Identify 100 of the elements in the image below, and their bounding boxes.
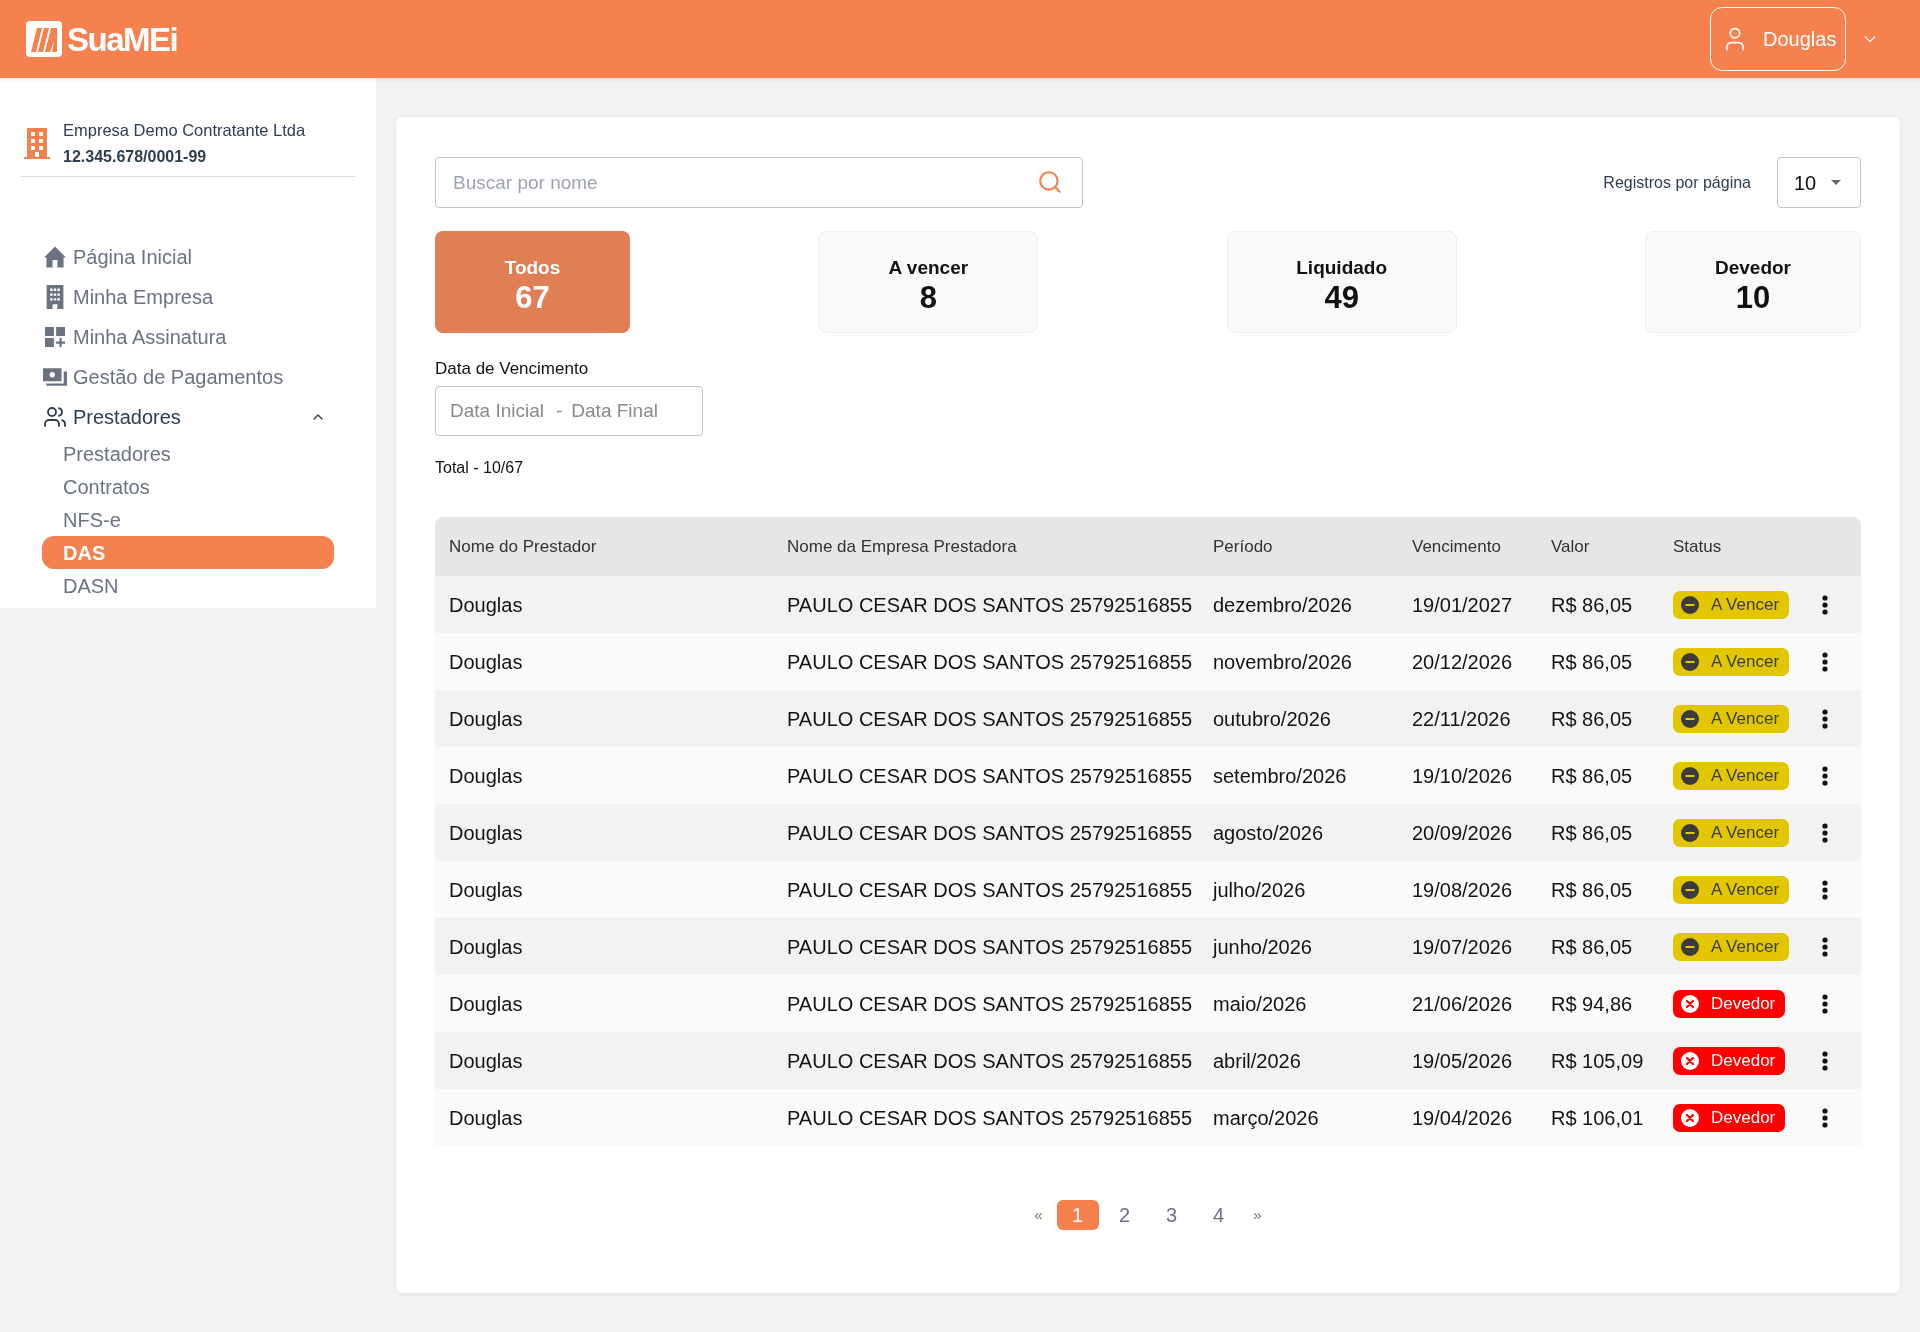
table-cell-text: Douglas xyxy=(449,592,523,618)
table-cell-text: PAULO CESAR DOS SANTOS 25792516855 xyxy=(787,706,1193,732)
row-actions-button[interactable] xyxy=(1822,708,1828,729)
sidebar-subitem[interactable]: NFS-e xyxy=(42,503,334,536)
sidebar-subitem[interactable]: Prestadores xyxy=(42,437,334,470)
row-actions-button[interactable] xyxy=(1822,879,1828,900)
date-separator: - xyxy=(556,398,563,423)
table-cell-text: 19/05/2026 xyxy=(1412,1048,1513,1074)
table-cell-text: Douglas xyxy=(449,1048,523,1074)
table-cell-text: R$ 86,05 xyxy=(1551,763,1633,789)
filter-card[interactable]: Todos 67 xyxy=(435,231,630,333)
table-cell-text: abril/2026 xyxy=(1213,1048,1301,1074)
table-cell-text: 19/08/2026 xyxy=(1412,877,1513,903)
row-actions-button[interactable] xyxy=(1822,936,1828,957)
vertical-dots-icon xyxy=(1822,993,1828,1014)
x-circle-icon xyxy=(1681,1051,1699,1070)
row-actions-button[interactable] xyxy=(1822,765,1828,786)
row-actions-button[interactable] xyxy=(1822,1107,1828,1128)
sidebar-subitem[interactable]: Contratos xyxy=(42,470,334,503)
filter-card[interactable]: A vencer 8 xyxy=(818,231,1039,333)
table-cell-text: R$ 94,86 xyxy=(1551,991,1633,1017)
grid-plus-icon xyxy=(45,327,65,347)
end-date-input[interactable]: Data Final xyxy=(571,396,682,426)
table-cell-text: 20/09/2026 xyxy=(1412,820,1513,846)
table-cell-text: novembro/2026 xyxy=(1213,649,1352,675)
next-page-link[interactable]: » xyxy=(1244,1200,1271,1230)
people-icon xyxy=(43,405,67,429)
minus-circle-icon xyxy=(1681,880,1699,899)
vertical-dots-icon xyxy=(1822,879,1828,900)
page-button[interactable]: 2 xyxy=(1103,1200,1146,1230)
logo-text: SuaMEi xyxy=(67,22,178,56)
minus-circle-icon xyxy=(1681,937,1699,956)
sidebar-item[interactable]: Página Inicial xyxy=(38,237,338,277)
table-cell-text: PAULO CESAR DOS SANTOS 25792516855 xyxy=(787,592,1193,618)
status-text: A Vencer xyxy=(1711,710,1780,727)
previous-page-link[interactable]: « xyxy=(1025,1200,1052,1230)
filter-card[interactable]: Devedor 10 xyxy=(1645,231,1861,333)
total-count: Total - 10/67 xyxy=(435,458,524,477)
user-menu-button[interactable]: Douglas xyxy=(1710,7,1846,71)
vertical-dots-icon xyxy=(1822,1050,1828,1071)
table-cell-text: PAULO CESAR DOS SANTOS 25792516855 xyxy=(787,649,1193,675)
sidebar-subitem[interactable]: DAS xyxy=(42,536,334,569)
filter-card[interactable]: Liquidado 49 xyxy=(1226,231,1457,333)
status-text: A Vencer xyxy=(1711,881,1780,898)
logo-icon xyxy=(26,21,62,57)
sidebar-item[interactable]: Minha Empresa xyxy=(38,277,338,317)
table-cell-text: outubro/2026 xyxy=(1213,706,1331,732)
table-cell-text: PAULO CESAR DOS SANTOS 25792516855 xyxy=(787,820,1193,846)
table-cell-text: R$ 86,05 xyxy=(1551,706,1633,732)
sidebar-item[interactable]: Prestadores xyxy=(38,397,338,437)
minus-circle-icon xyxy=(1681,709,1699,728)
status-text: Devedor xyxy=(1711,995,1776,1012)
x-circle-icon xyxy=(1681,994,1699,1013)
table-cell-text: PAULO CESAR DOS SANTOS 25792516855 xyxy=(787,1105,1193,1131)
sidebar-subitem[interactable]: DASN xyxy=(42,569,334,602)
start-date-input[interactable]: Data Inicial xyxy=(450,396,556,426)
column-header: Vencimento xyxy=(1412,535,1501,558)
page-button[interactable]: 1 xyxy=(1056,1200,1099,1230)
table-cell-text: agosto/2026 xyxy=(1213,820,1324,846)
table-cell-text: Douglas xyxy=(449,706,523,732)
table-cell-text: R$ 106,01 xyxy=(1551,1105,1644,1131)
row-actions-button[interactable] xyxy=(1822,822,1828,843)
date-filter-label: Data de Vencimento xyxy=(435,359,589,379)
row-actions-button[interactable] xyxy=(1822,594,1828,615)
row-actions-button[interactable] xyxy=(1822,1050,1828,1071)
table-cell-text: Douglas xyxy=(449,649,523,675)
vertical-dots-icon xyxy=(1822,1107,1828,1128)
status-text: A Vencer xyxy=(1711,596,1780,613)
table-cell-text: PAULO CESAR DOS SANTOS 25792516855 xyxy=(787,877,1193,903)
sidebar-item[interactable]: Minha Assinatura xyxy=(38,317,338,357)
table-cell-text: R$ 86,05 xyxy=(1551,649,1633,675)
table-cell-text: setembro/2026 xyxy=(1213,763,1347,789)
table-cell-text: junho/2026 xyxy=(1213,934,1312,960)
status-text: A Vencer xyxy=(1711,824,1780,841)
page-button[interactable]: 4 xyxy=(1197,1200,1240,1230)
page-size-select[interactable]: 10 xyxy=(1777,157,1861,208)
table-cell-text: PAULO CESAR DOS SANTOS 25792516855 xyxy=(787,763,1193,789)
row-actions-button[interactable] xyxy=(1822,651,1828,672)
building-icon xyxy=(24,127,50,159)
status-text: A Vencer xyxy=(1711,938,1780,955)
minus-circle-icon xyxy=(1681,652,1699,671)
table-cell-text: R$ 86,05 xyxy=(1551,592,1633,618)
table-cell-text: dezembro/2026 xyxy=(1213,592,1352,618)
vertical-dots-icon xyxy=(1822,936,1828,957)
date-range-field[interactable]: Data Inicial - Data Final xyxy=(435,386,703,436)
row-actions-button[interactable] xyxy=(1822,993,1828,1014)
page-button[interactable]: 3 xyxy=(1150,1200,1193,1230)
column-header: Período xyxy=(1213,535,1273,558)
caret-down-icon xyxy=(1831,180,1841,185)
vertical-dots-icon xyxy=(1822,651,1828,672)
status-text: Devedor xyxy=(1711,1109,1776,1126)
table-cell-text: Douglas xyxy=(449,763,523,789)
column-header: Status xyxy=(1673,535,1722,558)
vertical-dots-icon xyxy=(1822,822,1828,843)
search-field[interactable]: Buscar por nome xyxy=(435,157,1083,208)
minus-circle-icon xyxy=(1681,823,1699,842)
sidebar-item[interactable]: Gestão de Pagamentos xyxy=(38,357,338,397)
column-header: Nome do Prestador xyxy=(449,535,597,558)
table-cell-text: Douglas xyxy=(449,820,523,846)
company-name: Empresa Demo Contratante Ltda xyxy=(63,120,306,141)
